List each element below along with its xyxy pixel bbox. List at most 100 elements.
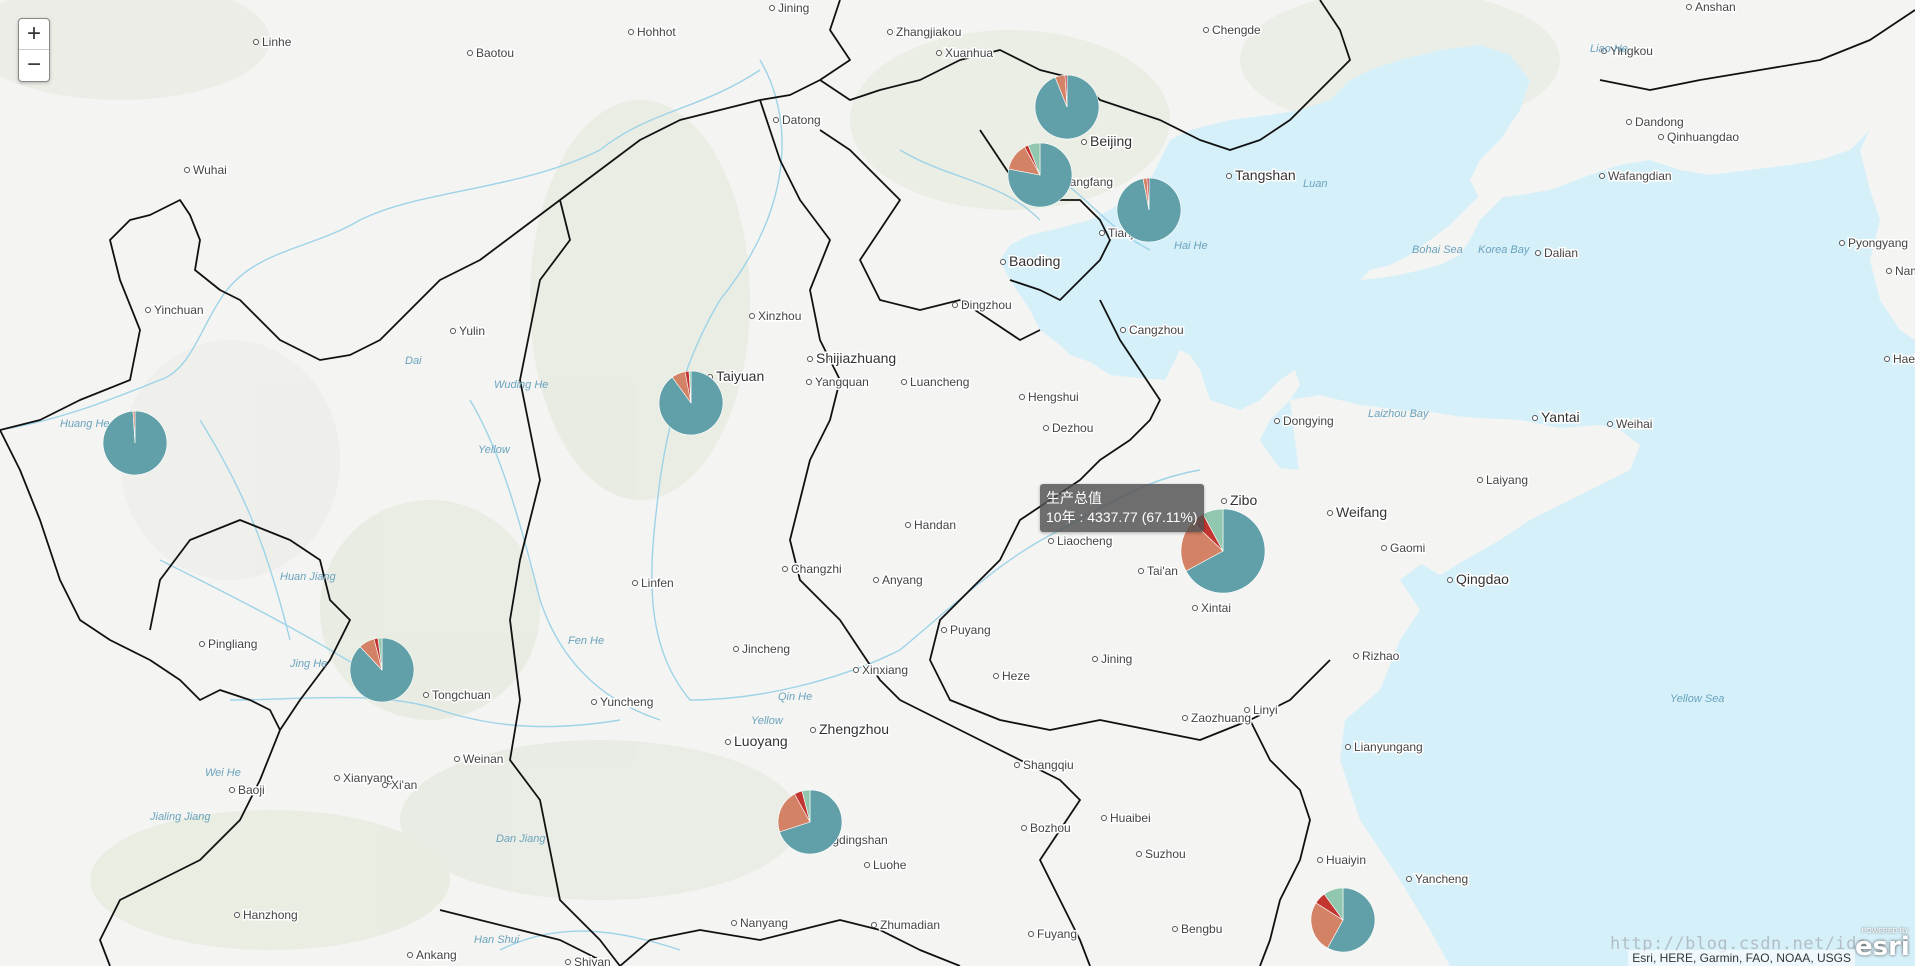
city-marker bbox=[1014, 762, 1020, 768]
city-marker bbox=[887, 29, 893, 35]
zoom-out-button[interactable]: − bbox=[19, 49, 49, 80]
city-marker bbox=[905, 522, 911, 528]
pie-chart-tianjin[interactable] bbox=[1116, 177, 1182, 243]
city-label: Shiyan bbox=[574, 955, 611, 966]
city-marker bbox=[782, 566, 788, 572]
city-marker bbox=[1019, 394, 1025, 400]
city-label: Tongchuan bbox=[432, 688, 491, 702]
pie-chart-shanxi[interactable] bbox=[658, 370, 724, 436]
city-label: Chengde bbox=[1212, 23, 1261, 37]
city-marker bbox=[1626, 119, 1632, 125]
city-label: Rizhao bbox=[1362, 649, 1400, 663]
base-map[interactable]: Jining Zhangjiakou Xuanhua Chengde Anshan Hoh… bbox=[0, 0, 1915, 966]
city-label: Xuanhua bbox=[945, 46, 993, 60]
city-label: Dandong bbox=[1635, 115, 1684, 129]
city-marker bbox=[1138, 568, 1144, 574]
water-label: Jing He bbox=[289, 658, 327, 670]
city-label: Luoyang bbox=[734, 733, 788, 749]
city-marker bbox=[1120, 327, 1126, 333]
city-marker bbox=[1043, 425, 1049, 431]
city-label: Hanzhong bbox=[243, 908, 298, 922]
city-label: Yantai bbox=[1541, 409, 1580, 425]
city-marker bbox=[382, 782, 388, 788]
city-marker bbox=[591, 699, 597, 705]
city-label: Baotou bbox=[476, 46, 514, 60]
pie-chart-beijing[interactable] bbox=[1007, 142, 1073, 208]
city-marker bbox=[145, 307, 151, 313]
city-marker bbox=[1182, 715, 1188, 721]
city-marker bbox=[1327, 510, 1333, 516]
water-label: Luan bbox=[1303, 178, 1327, 190]
city-label: Yuncheng bbox=[600, 695, 653, 709]
pie-chart-shaanxi[interactable] bbox=[349, 637, 415, 703]
city-marker bbox=[450, 328, 456, 334]
water-label: Huan Jiang bbox=[280, 571, 337, 583]
city-label: Xi'an bbox=[391, 778, 417, 792]
city-marker bbox=[1381, 545, 1387, 551]
pie-chart-jiangsu[interactable] bbox=[1310, 887, 1376, 953]
city-label: Lianyungang bbox=[1354, 740, 1423, 754]
city-label: Zibo bbox=[1230, 492, 1257, 508]
city-label: Hohhot bbox=[637, 25, 676, 39]
city-label: Anyang bbox=[882, 573, 923, 587]
city-label: Huaiyin bbox=[1326, 853, 1366, 867]
city-label: Yancheng bbox=[1415, 872, 1468, 886]
city-label: Weihai bbox=[1616, 417, 1652, 431]
city-label: Anshan bbox=[1695, 0, 1736, 14]
city-label: Pyongyang bbox=[1848, 236, 1908, 250]
city-marker bbox=[936, 50, 942, 56]
city-label: Handan bbox=[914, 518, 956, 532]
city-label: Xinxiang bbox=[862, 663, 908, 677]
city-marker bbox=[1406, 876, 1412, 882]
city-label: Zhangjiakou bbox=[896, 25, 961, 39]
city-label: Baoji bbox=[238, 783, 265, 797]
city-label: Yangquan bbox=[815, 375, 869, 389]
city-label: Bengbu bbox=[1181, 922, 1222, 936]
city-marker bbox=[769, 5, 775, 11]
city-marker bbox=[423, 692, 429, 698]
city-label: Laiyang bbox=[1486, 473, 1528, 487]
city-label: Baoding bbox=[1009, 253, 1060, 269]
city-label: Shangqiu bbox=[1023, 758, 1074, 772]
city-label: Zhumadian bbox=[880, 918, 940, 932]
zoom-in-button[interactable]: + bbox=[19, 19, 49, 49]
city-label: Luohe bbox=[873, 858, 907, 872]
city-label: Bozhou bbox=[1030, 821, 1071, 835]
map-attribution[interactable]: Esri, HERE, Garmin, FAO, NOAA, USGS bbox=[1628, 950, 1855, 966]
city-label: Cangzhou bbox=[1129, 323, 1184, 337]
tooltip-title: 生产总值 bbox=[1046, 490, 1102, 506]
city-label: Zaozhuang bbox=[1191, 711, 1251, 725]
water-label: Qin He bbox=[778, 691, 812, 703]
city-label: Linfen bbox=[641, 576, 674, 590]
city-marker bbox=[199, 641, 205, 647]
city-marker bbox=[1099, 230, 1105, 236]
city-marker bbox=[1192, 605, 1198, 611]
city-marker bbox=[733, 646, 739, 652]
city-marker bbox=[407, 952, 413, 958]
esri-logo[interactable]: POWERED BY esri bbox=[1855, 928, 1910, 962]
city-marker bbox=[628, 29, 634, 35]
pie-chart-hebei-north[interactable] bbox=[1034, 74, 1100, 140]
zoom-control: + − bbox=[18, 18, 50, 82]
water-label: Korea Bay bbox=[1478, 244, 1531, 256]
city-marker bbox=[807, 356, 813, 362]
city-label: Puyang bbox=[950, 623, 991, 637]
city-label: Beijing bbox=[1090, 133, 1132, 149]
city-marker bbox=[1000, 259, 1006, 265]
city-marker bbox=[1477, 477, 1483, 483]
city-marker bbox=[632, 580, 638, 586]
pie-chart-henan[interactable] bbox=[777, 789, 843, 855]
city-label: Tai'an bbox=[1147, 564, 1178, 578]
city-marker bbox=[1244, 707, 1250, 713]
city-marker bbox=[952, 302, 958, 308]
city-marker bbox=[253, 39, 259, 45]
city-marker bbox=[873, 577, 879, 583]
city-marker bbox=[725, 739, 731, 745]
water-label: Yellow Sea bbox=[1670, 693, 1724, 705]
city-label: Ankang bbox=[416, 948, 457, 962]
city-marker bbox=[1535, 250, 1541, 256]
city-marker bbox=[467, 50, 473, 56]
city-label: Yinchuan bbox=[154, 303, 204, 317]
city-label: Gaomi bbox=[1390, 541, 1425, 555]
pie-chart-ningxia[interactable] bbox=[102, 410, 168, 476]
